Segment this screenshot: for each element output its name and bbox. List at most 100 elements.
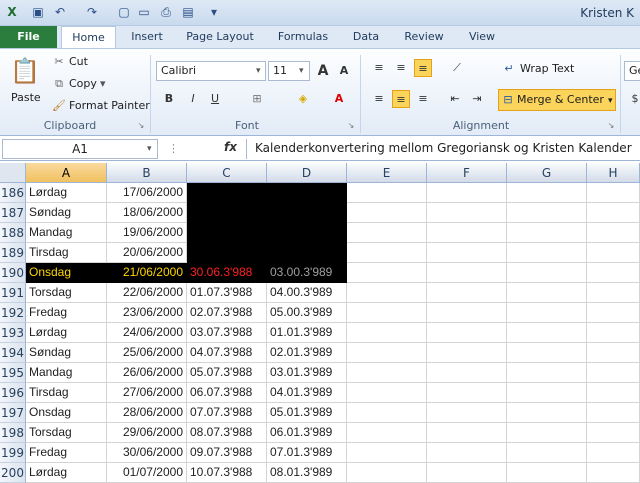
cell-c[interactable]: 30.06.3'988 [187, 263, 267, 283]
currency-icon[interactable]: $ [626, 90, 640, 108]
cell-h[interactable] [587, 283, 640, 303]
cell-f[interactable] [427, 183, 507, 203]
cell-f[interactable] [427, 283, 507, 303]
cell-b[interactable]: 19/06/2000 [107, 223, 187, 243]
align-right-icon[interactable]: ≡ [414, 90, 432, 108]
cell-e[interactable] [347, 423, 427, 443]
cell-h[interactable] [587, 303, 640, 323]
column-header-f[interactable]: F [427, 163, 507, 183]
cell-g[interactable] [507, 383, 587, 403]
cell-h[interactable] [587, 403, 640, 423]
underline-icon[interactable]: U [206, 90, 224, 108]
name-box[interactable]: A1 [2, 139, 158, 159]
cell-f[interactable] [427, 383, 507, 403]
cell-c[interactable] [187, 203, 267, 223]
paste-icon[interactable]: 📋 [10, 55, 40, 87]
wrap-text-icon[interactable]: ↵ [500, 60, 518, 78]
formula-bar-resize-icon[interactable]: ⋮ [168, 140, 179, 158]
tab-formulas[interactable]: Formulas [272, 26, 334, 48]
cell-h[interactable] [587, 363, 640, 383]
clipboard-launcher-icon[interactable]: ↘ [136, 121, 146, 131]
redo-icon[interactable]: ↷ [84, 4, 100, 20]
row-header[interactable]: 188 [0, 223, 26, 243]
alignment-launcher-icon[interactable]: ↘ [606, 121, 616, 131]
font-launcher-icon[interactable]: ↘ [346, 121, 356, 131]
cell-c[interactable]: 10.07.3'988 [187, 463, 267, 483]
cell-g[interactable] [507, 203, 587, 223]
column-header-c[interactable]: C [187, 163, 267, 183]
formula-input[interactable]: Kalenderkonvertering mellom Gregoriansk … [246, 139, 640, 159]
cell-e[interactable] [347, 263, 427, 283]
font-size-dropdown-icon[interactable]: ▾ [299, 62, 304, 80]
row-header[interactable]: 189 [0, 243, 26, 263]
font-color-icon[interactable]: A [330, 90, 348, 108]
font-name-dropdown-icon[interactable]: ▾ [256, 62, 261, 80]
cell-g[interactable] [507, 463, 587, 483]
cell-e[interactable] [347, 303, 427, 323]
cell-g[interactable] [507, 243, 587, 263]
cell-h[interactable] [587, 443, 640, 463]
cell-d[interactable]: 01.01.3'989 [267, 323, 347, 343]
italic-icon[interactable]: I [184, 90, 202, 108]
cell-d[interactable]: 03.01.3'989 [267, 363, 347, 383]
cell-d[interactable]: 04.00.3'989 [267, 283, 347, 303]
cell-a[interactable]: Torsdag [26, 423, 107, 443]
cell-b[interactable]: 24/06/2000 [107, 323, 187, 343]
cell-d[interactable]: 05.01.3'989 [267, 403, 347, 423]
column-header-a[interactable]: A [26, 163, 107, 183]
tab-home[interactable]: Home [61, 26, 116, 49]
row-header[interactable]: 195 [0, 363, 26, 383]
cell-f[interactable] [427, 343, 507, 363]
cell-h[interactable] [587, 263, 640, 283]
cell-a[interactable]: Torsdag [26, 283, 107, 303]
cell-b[interactable]: 01/07/2000 [107, 463, 187, 483]
cell-d[interactable] [267, 203, 347, 223]
cell-c[interactable]: 09.07.3'988 [187, 443, 267, 463]
excel-app-icon[interactable]: X [4, 4, 20, 20]
select-all-corner[interactable] [0, 163, 26, 183]
cell-d[interactable]: 07.01.3'989 [267, 443, 347, 463]
cell-c[interactable]: 06.07.3'988 [187, 383, 267, 403]
save-icon[interactable]: ▣ [30, 4, 46, 20]
cell-e[interactable] [347, 443, 427, 463]
cell-b[interactable]: 22/06/2000 [107, 283, 187, 303]
cell-e[interactable] [347, 383, 427, 403]
cell-c[interactable] [187, 243, 267, 263]
cell-d[interactable]: 08.01.3'989 [267, 463, 347, 483]
cell-f[interactable] [427, 443, 507, 463]
cell-a[interactable]: Søndag [26, 343, 107, 363]
cell-b[interactable]: 18/06/2000 [107, 203, 187, 223]
copy-button[interactable]: Copy [69, 75, 97, 93]
cell-g[interactable] [507, 343, 587, 363]
format-painter-button[interactable]: Format Painter [69, 97, 150, 115]
cell-c[interactable] [187, 183, 267, 203]
cell-d[interactable]: 03.00.3'989 [267, 263, 347, 283]
customize-toolbar-icon[interactable]: ▾ [206, 4, 222, 20]
borders-icon[interactable]: ⊞ [248, 90, 266, 108]
cell-b[interactable]: 17/06/2000 [107, 183, 187, 203]
tab-review[interactable]: Review [398, 26, 450, 48]
number-format-select[interactable]: Ge [624, 61, 640, 81]
row-header[interactable]: 186 [0, 183, 26, 203]
cell-h[interactable] [587, 323, 640, 343]
cell-e[interactable] [347, 403, 427, 423]
cell-h[interactable] [587, 343, 640, 363]
new-file-icon[interactable]: ▢ [116, 4, 132, 20]
cell-c[interactable]: 08.07.3'988 [187, 423, 267, 443]
cell-e[interactable] [347, 323, 427, 343]
cell-h[interactable] [587, 223, 640, 243]
cell-a[interactable]: Tirsdag [26, 243, 107, 263]
decrease-indent-icon[interactable]: ⇤ [446, 90, 464, 108]
cell-h[interactable] [587, 383, 640, 403]
row-header[interactable]: 197 [0, 403, 26, 423]
grow-font-icon[interactable]: A [314, 62, 332, 80]
cell-h[interactable] [587, 243, 640, 263]
row-header[interactable]: 192 [0, 303, 26, 323]
wrap-text-button[interactable]: Wrap Text [520, 60, 574, 78]
open-folder-icon[interactable]: ▭ [136, 4, 152, 20]
cell-h[interactable] [587, 423, 640, 443]
cell-e[interactable] [347, 283, 427, 303]
row-header[interactable]: 199 [0, 443, 26, 463]
fill-color-icon[interactable]: ◈ [294, 90, 312, 108]
cell-c[interactable]: 02.07.3'988 [187, 303, 267, 323]
